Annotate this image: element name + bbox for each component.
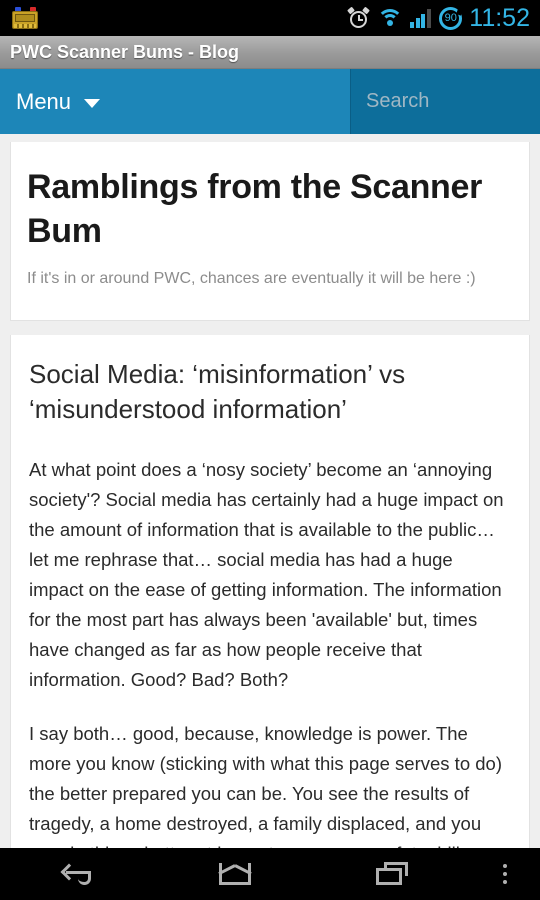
menu-button[interactable]: Menu: [0, 69, 351, 134]
alarm-clock-icon: [347, 6, 371, 29]
post-paragraph: I say both… good, because, knowledge is …: [29, 722, 502, 848]
status-bar-notifications: [0, 4, 42, 32]
blog-title: Ramblings from the Scanner Bum: [27, 168, 483, 250]
status-bar[interactable]: 90 11:52: [0, 0, 540, 36]
back-button[interactable]: [0, 848, 157, 900]
home-icon: [215, 861, 255, 887]
battery-icon: 90: [439, 6, 464, 30]
home-button[interactable]: [157, 848, 314, 900]
status-bar-system-icons: 90 11:52: [347, 3, 540, 33]
blog-post-card: Social Media: ‘misinformation’ vs ‘misun…: [10, 334, 530, 848]
recents-button[interactable]: [313, 848, 470, 900]
menu-button-label: Menu: [16, 88, 72, 114]
cellular-signal-icon: [410, 8, 432, 28]
blog-tagline: If it's in or around PWC, chances are ev…: [27, 270, 476, 288]
scanner-radio-icon: [8, 4, 42, 32]
blog-header-card: Ramblings from the Scanner Bum If it's i…: [10, 142, 530, 321]
android-system-navigation-bar: [0, 848, 540, 900]
back-icon: [58, 861, 98, 887]
battery-percent-label: 90: [444, 11, 457, 24]
page-content-scroll-area[interactable]: Ramblings from the Scanner Bum If it's i…: [0, 134, 540, 848]
recents-icon: [372, 861, 412, 887]
overflow-menu-icon: [501, 861, 509, 887]
post-paragraph: At what point does a ‘nosy society’ beco…: [29, 459, 504, 690]
search-input[interactable]: [366, 90, 540, 113]
status-bar-clock: 11:52: [469, 3, 530, 32]
overflow-menu-button[interactable]: [470, 848, 540, 900]
wifi-icon: [377, 8, 404, 28]
chevron-down-icon: [84, 98, 101, 108]
search-field-container[interactable]: [351, 69, 540, 134]
app-title: PWC Scanner Bums - Blog: [10, 41, 240, 62]
app-title-bar: PWC Scanner Bums - Blog: [0, 36, 540, 69]
site-navigation-bar: Menu: [0, 69, 540, 134]
post-title[interactable]: Social Media: ‘misinformation’ vs ‘misun…: [29, 357, 511, 427]
